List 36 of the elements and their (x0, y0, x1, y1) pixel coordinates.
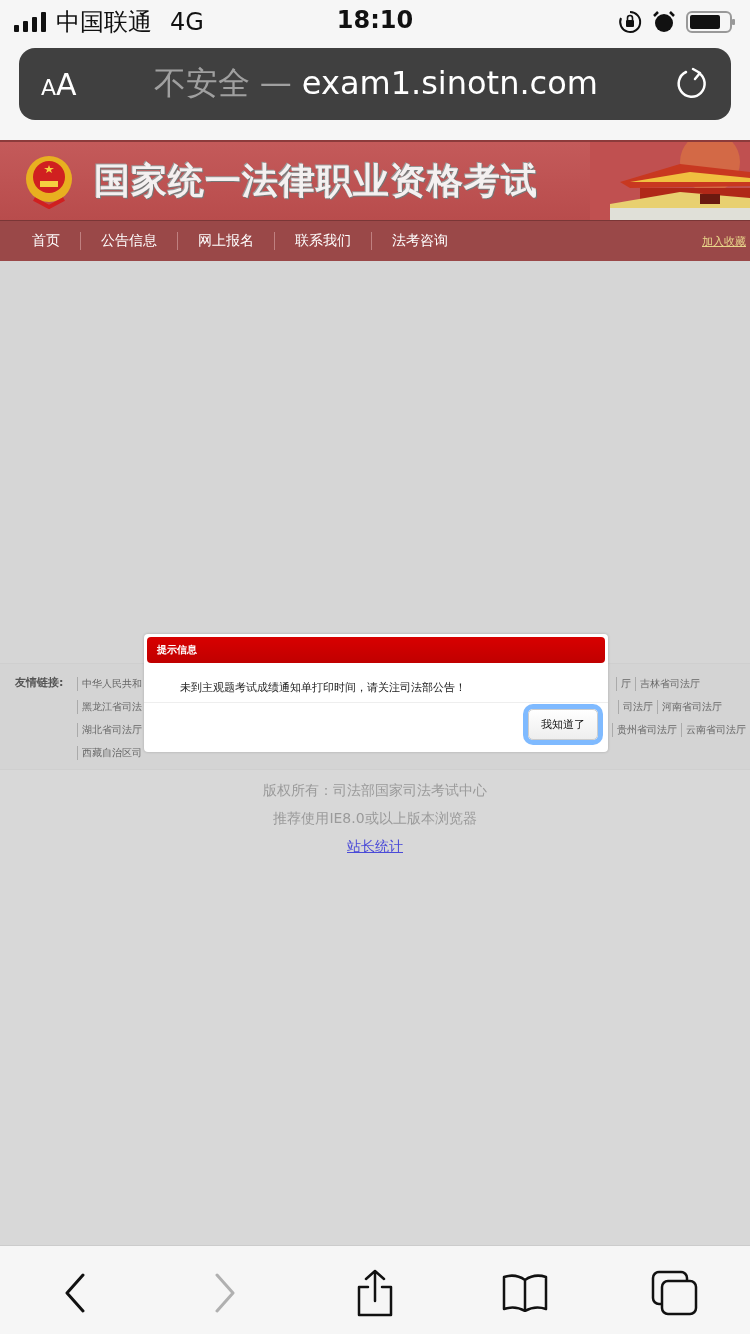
signal-icon (14, 12, 48, 32)
link-text[interactable]: 云南省司法厅 (681, 722, 750, 737)
stats-link[interactable]: 站长统计 (347, 838, 403, 856)
link-text[interactable]: 吉林省司法厅 (635, 676, 704, 691)
links-label: 友情链接: (15, 675, 64, 690)
toolbar-button[interactable] (650, 1268, 700, 1318)
link-text[interactable]: 河南省司法厅 (657, 699, 726, 714)
nav-link[interactable]: 法考咨询 (371, 232, 448, 250)
share-icon (355, 1269, 395, 1317)
dialog-title: 提示信息 (147, 637, 605, 663)
book-icon (502, 1274, 548, 1312)
bookmark-link[interactable]: 加入收藏 (702, 233, 750, 249)
reload-icon[interactable] (675, 67, 709, 101)
link-text[interactable]: 司法厅 (618, 699, 657, 714)
dialog-message: 未到主观题考试成绩通知单打印时间，请关注司法部公告！ (144, 667, 608, 703)
link-text[interactable]: 贵州省司法厅 (612, 722, 681, 737)
network-type: 4G (170, 8, 204, 36)
text-size-button[interactable]: AA (41, 66, 77, 102)
nav-link[interactable]: 首页 (32, 232, 60, 250)
back-icon (64, 1273, 86, 1313)
forward-icon (214, 1273, 236, 1313)
alarm-icon (652, 10, 676, 34)
emblem-icon (24, 153, 74, 209)
nav-link[interactable]: 联系我们 (274, 232, 351, 250)
clock-time: 18:10 (336, 6, 414, 34)
nav-link[interactable]: 网上报名 (177, 232, 254, 250)
link-text[interactable]: 厅 (616, 676, 635, 691)
url-text[interactable]: exam1.sinotn.com (301, 64, 598, 102)
site-title: 国家统一法律职业资格考试 (94, 158, 538, 203)
nav-link[interactable]: 公告信息 (80, 232, 157, 250)
carrier-name: 中国联通 (56, 7, 152, 38)
battery-icon (686, 10, 736, 34)
tabs-icon (651, 1270, 699, 1316)
security-label: 不安全 — (153, 64, 292, 102)
orientation-lock-icon (618, 10, 642, 34)
copyright-text: 版权所有：司法部国家司法考试中心 (263, 782, 487, 800)
